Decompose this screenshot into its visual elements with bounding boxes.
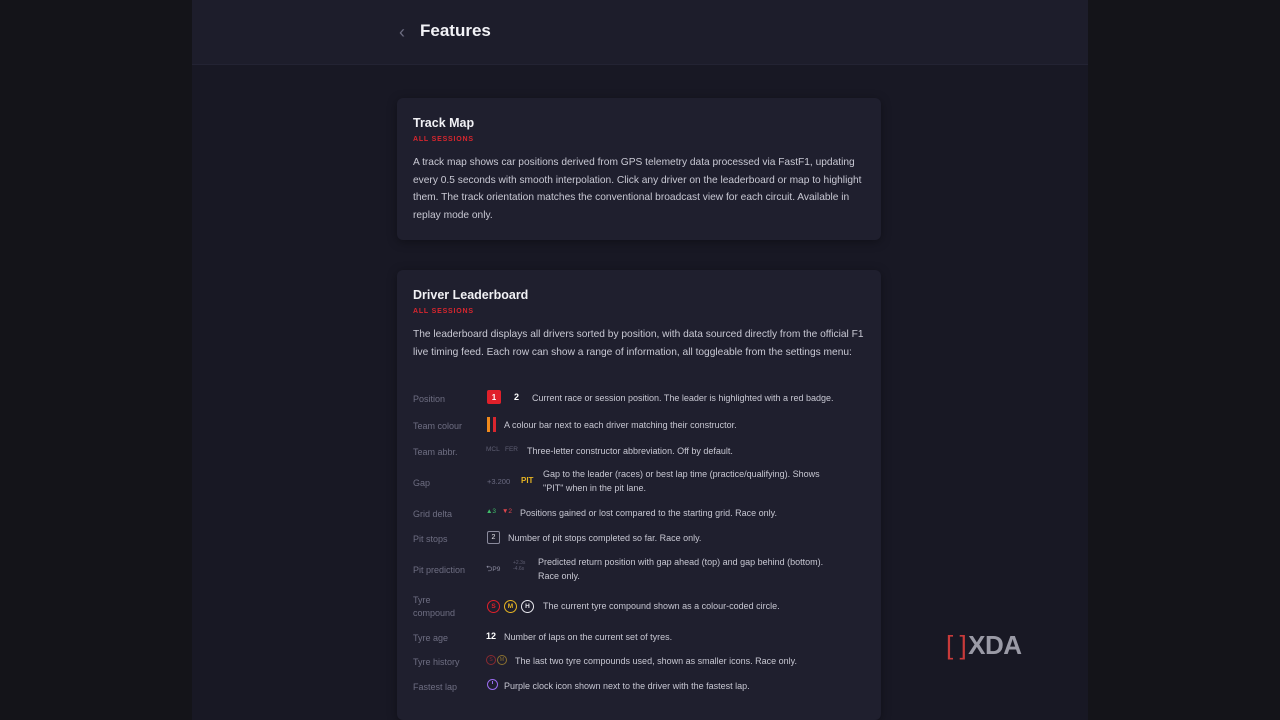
card-title: Driver Leaderboard — [413, 288, 529, 302]
feature-row-grid-delta: Grid delta ▲3 ▼2 Positions gained or los… — [413, 508, 873, 528]
row-label: Grid delta — [413, 509, 453, 519]
feature-row-team-abbr: Team abbr. MCL FER Three-letter construc… — [413, 446, 873, 466]
row-text-line1: Gap to the leader (races) or best lap ti… — [543, 469, 820, 479]
row-label: Tyre age — [413, 633, 449, 643]
row-label: Position — [413, 394, 446, 404]
row-label-line1: Tyre — [413, 595, 431, 605]
chevron-left-icon: ‹ — [399, 21, 405, 42]
row-text: Current race or session position. The le… — [532, 393, 834, 403]
row-text: The last two tyre compounds used, shown … — [515, 656, 797, 666]
soft-tyre-icon: S — [487, 600, 500, 613]
history-soft-tyre-icon: S — [486, 655, 496, 665]
row-text-line2: "PIT" when in the pit lane. — [543, 483, 646, 493]
driver-leaderboard-card: Driver Leaderboard ALL SESSIONS The lead… — [397, 270, 881, 720]
card-description: The leaderboard displays all drivers sor… — [413, 329, 864, 358]
feature-row-pit-stops: Pit stops 2 Number of pit stops complete… — [413, 531, 873, 553]
row-label: Team abbr. — [413, 447, 458, 457]
positions-gained: ▲3 — [486, 508, 497, 515]
pit-indicator: PIT — [521, 476, 534, 485]
team-colour-bar-red — [493, 417, 496, 432]
feature-row-pit-prediction: Pit prediction ⮌P9 +2.3s -4.6s Predicted… — [413, 557, 873, 584]
history-medium-tyre-icon: M — [497, 655, 507, 665]
row-text: Number of laps on the current set of tyr… — [504, 632, 673, 642]
watermark-bracket: [ ] — [946, 630, 967, 660]
row-label: Pit prediction — [413, 565, 466, 575]
row-text: Number of pit stops completed so far. Ra… — [508, 533, 702, 543]
session-badge: ALL SESSIONS — [413, 308, 474, 315]
purple-clock-icon — [487, 679, 498, 690]
feature-row-gap: Gap +3.200 PIT Gap to the leader (races)… — [413, 469, 873, 497]
row-text: Positions gained or lost compared to the… — [520, 508, 777, 518]
row-text-line1: Predicted return position with gap ahead… — [538, 557, 824, 567]
session-badge: ALL SESSIONS — [413, 136, 474, 143]
row-label: Tyre history — [413, 657, 460, 667]
row-text: Purple clock icon shown next to the driv… — [504, 681, 750, 691]
team-abbr-2: FER — [505, 446, 518, 453]
features-page: ‹ Features Track Map ALL SESSIONS A trac… — [192, 0, 1088, 720]
row-text: Three-letter constructor abbreviation. O… — [527, 446, 733, 456]
xda-watermark: [ ] XDA — [946, 630, 1022, 661]
feature-row-tyre-history: Tyre history S M The last two tyre compo… — [413, 655, 873, 676]
row-text-line2: Race only. — [538, 571, 580, 581]
feature-row-position: Position 1 2 Current race or session pos… — [413, 390, 873, 413]
leader-badge: 1 — [487, 390, 501, 404]
pit-stop-count: 2 — [487, 531, 500, 544]
card-description: A track map shows car positions derived … — [413, 157, 862, 221]
card-title: Track Map — [413, 116, 475, 130]
gap-behind: -4.6s — [513, 566, 525, 572]
team-colour-bar-orange — [487, 417, 490, 432]
row-label-line2: compound — [413, 608, 456, 618]
team-abbr-1: MCL — [486, 446, 500, 453]
row-text: A colour bar next to each driver matchin… — [504, 420, 737, 430]
page-title: Features — [420, 21, 491, 40]
row-label: Team colour — [413, 421, 463, 431]
row-label: Fastest lap — [413, 682, 458, 692]
medium-tyre-icon: M — [504, 600, 517, 613]
pit-prediction-icon: ⮌P9 — [486, 564, 501, 573]
back-button[interactable]: ‹ — [390, 20, 414, 44]
tyre-age-value: 12 — [486, 631, 497, 641]
gap-value: +3.200 — [487, 477, 511, 486]
position-number: 2 — [514, 392, 520, 402]
feature-row-fastest-lap: Fastest lap Purple clock icon shown next… — [413, 679, 873, 701]
row-text: The current tyre compound shown as a col… — [543, 601, 780, 611]
watermark-text: XDA — [968, 630, 1022, 660]
feature-row-tyre-age: Tyre age 12 Number of laps on the curren… — [413, 631, 873, 652]
feature-row-tyre-compound: Tyre compound S M H The current tyre com… — [413, 595, 873, 618]
top-bar: ‹ Features — [192, 0, 1088, 65]
row-label: Gap — [413, 478, 431, 488]
row-label: Pit stops — [413, 534, 448, 544]
positions-lost: ▼2 — [502, 508, 513, 515]
feature-row-team-colour: Team colour A colour bar next to each dr… — [413, 417, 873, 440]
hard-tyre-icon: H — [521, 600, 534, 613]
prediction-gaps: +2.3s -4.6s — [513, 560, 525, 572]
track-map-card: Track Map ALL SESSIONS A track map shows… — [397, 98, 881, 240]
